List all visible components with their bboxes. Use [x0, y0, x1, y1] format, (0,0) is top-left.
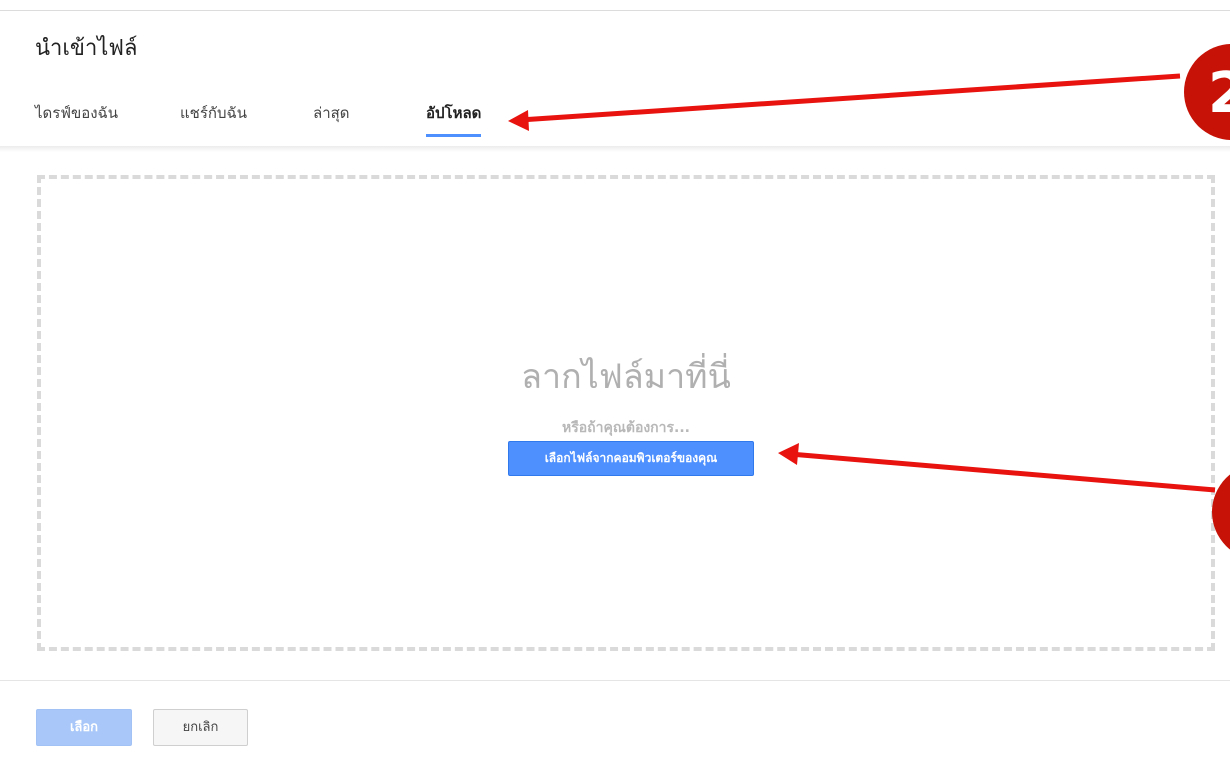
upload-dropzone[interactable]: ลากไฟล์มาที่นี่ หรือถ้าคุณต้องการ... เลื…	[37, 175, 1215, 651]
import-file-dialog: นำเข้าไฟล์ ไดรฟ์ของฉัน แชร์กับฉัน ล่าสุด…	[0, 0, 1230, 772]
footer-divider	[0, 680, 1230, 681]
tab-recent[interactable]: ล่าสุด	[313, 102, 350, 138]
cancel-button[interactable]: ยกเลิก	[153, 709, 248, 746]
dialog-title: นำเข้าไฟล์	[35, 36, 138, 61]
select-button[interactable]: เลือก	[36, 709, 132, 746]
drop-title: ลากไฟล์มาที่นี่	[521, 357, 731, 397]
tab-my-drive[interactable]: ไดรฟ์ของฉัน	[35, 102, 118, 138]
tab-upload[interactable]: อัปโหลด	[426, 102, 482, 137]
tab-shared-with-me[interactable]: แชร์กับฉัน	[180, 102, 247, 138]
drop-or-text: หรือถ้าคุณต้องการ...	[562, 420, 690, 436]
tabs-shadow	[0, 146, 1230, 152]
choose-from-computer-button[interactable]: เลือกไฟล์จากคอมพิวเตอร์ของคุณ	[508, 441, 754, 476]
top-divider	[0, 0, 1230, 11]
source-tabs: ไดรฟ์ของฉัน แชร์กับฉัน ล่าสุด อัปโหลด	[0, 96, 1230, 146]
